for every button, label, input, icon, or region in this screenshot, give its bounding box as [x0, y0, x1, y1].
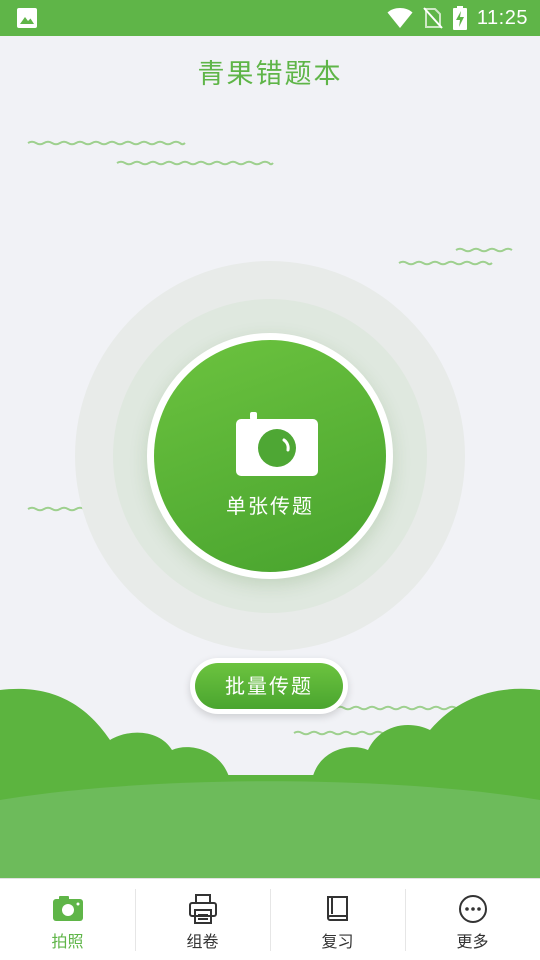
no-sim-icon [423, 7, 443, 29]
batch-upload-label[interactable]: 批量传题 [195, 663, 343, 709]
image-icon [17, 8, 37, 28]
single-upload-button-face[interactable]: 单张传题 [154, 340, 386, 572]
camera-icon [236, 412, 318, 476]
wave-line [398, 260, 493, 266]
app-title: 青果错题本 [197, 59, 343, 90]
nav-item-review[interactable]: 复习 [270, 879, 405, 960]
single-upload-button[interactable]: 单张传题 [147, 333, 393, 579]
status-bar: 11:25 [0, 0, 540, 36]
status-time: 11:25 [476, 6, 528, 29]
single-upload-label: 单张传题 [226, 494, 314, 518]
book-icon [326, 896, 348, 921]
wave-line [455, 247, 513, 253]
camera-icon [52, 896, 83, 921]
wifi-icon [387, 8, 413, 28]
nav-label-camera: 拍照 [51, 932, 84, 951]
nav-item-compose[interactable]: 组卷 [135, 879, 270, 960]
nav-label-more: 更多 [456, 932, 489, 951]
nav-label-review: 复习 [321, 932, 354, 951]
printer-icon [188, 894, 217, 924]
batch-upload-button[interactable]: 批量传题 [190, 658, 348, 714]
wave-line [27, 140, 186, 146]
nav-item-more[interactable]: 更多 [405, 879, 540, 960]
more-icon [458, 895, 487, 923]
battery-charging-icon [452, 6, 467, 30]
nav-label-compose: 组卷 [186, 932, 219, 951]
bottom-nav: 拍照 组卷 复习 更多 [0, 878, 540, 960]
wave-line [116, 160, 274, 166]
nav-item-camera[interactable]: 拍照 [0, 879, 135, 960]
